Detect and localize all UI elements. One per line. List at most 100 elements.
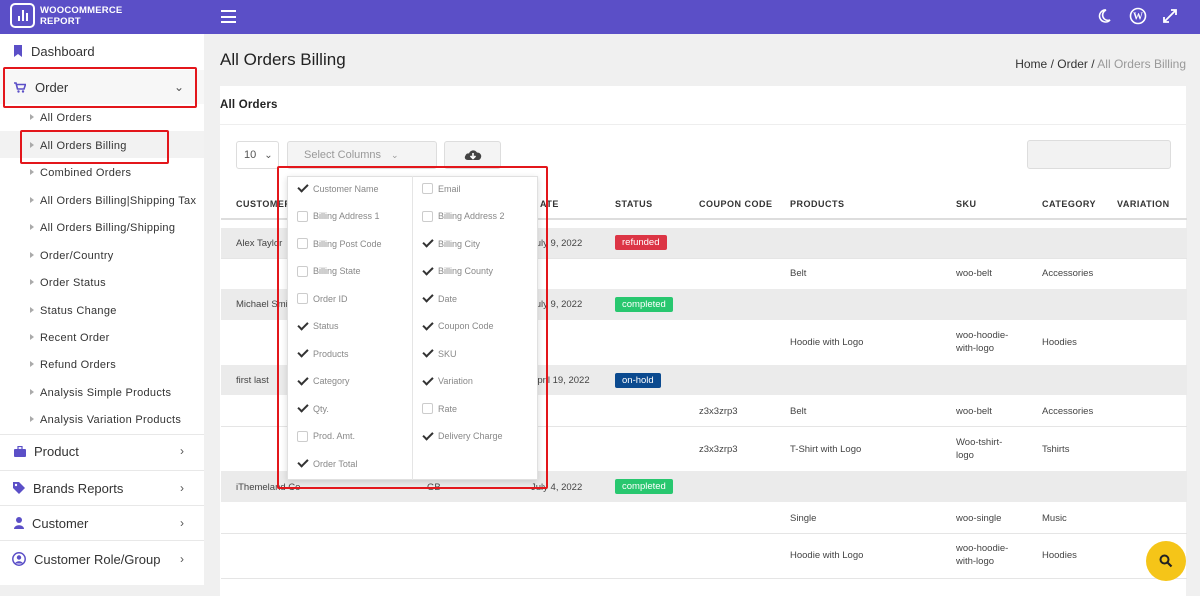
cell-product: Belt	[790, 406, 807, 417]
sidebar-item-label: Brands Reports	[33, 480, 124, 496]
download-button[interactable]	[444, 141, 501, 169]
cell-coupon: z3x3zrp3	[699, 406, 738, 417]
cell-product: Hoodie with Logo	[790, 550, 864, 561]
submenu-billing-shipping[interactable]: All Orders Billing/Shipping	[30, 222, 175, 234]
moon-icon[interactable]	[1096, 8, 1112, 24]
svg-text:W: W	[1133, 12, 1143, 23]
app-logo[interactable]: WOOCOMMERCE REPORT	[10, 3, 122, 28]
sidebar-divider	[0, 505, 204, 506]
sidebar-item-label: Customer	[32, 515, 89, 531]
col-header-sku[interactable]: SKU	[956, 199, 977, 209]
cell-category: Hoodies	[1042, 337, 1077, 348]
status-badge: completed	[615, 479, 673, 494]
search-fab-button[interactable]	[1146, 541, 1186, 581]
chevron-right-icon: ›	[180, 444, 184, 458]
user-icon	[14, 517, 24, 529]
sidebar-divider	[0, 434, 204, 435]
cell-category: Hoodies	[1042, 550, 1077, 561]
cell-category: Tshirts	[1042, 444, 1070, 455]
highlight-all-orders-billing	[20, 130, 169, 164]
cell-sku: woo-belt	[956, 268, 992, 279]
search-input[interactable]	[1027, 140, 1171, 169]
chevron-down-icon: ⌄	[391, 149, 399, 160]
highlight-order	[3, 67, 197, 108]
highlight-columns-dropdown	[277, 166, 548, 489]
sidebar-item-product[interactable]: Product ›	[0, 443, 204, 459]
cell-category: Accessories	[1042, 268, 1094, 279]
chart-logo-icon	[10, 3, 35, 28]
fullscreen-icon[interactable]	[1162, 8, 1178, 24]
status-badge: completed	[615, 297, 673, 312]
cell-sku: woo-hoodie-with-logo	[956, 330, 1009, 354]
sidebar-divider	[0, 540, 204, 541]
sidebar-item-label: Customer Role/Group	[34, 551, 161, 567]
col-header-status[interactable]: STATUS	[615, 199, 653, 209]
sidebar-item-label: Product	[34, 443, 79, 459]
submenu-combined-orders[interactable]: Combined Orders	[30, 167, 131, 179]
tag-icon	[13, 482, 25, 494]
col-header-variation[interactable]: VARIATION	[1117, 199, 1170, 209]
breadcrumb-home[interactable]: Home	[1015, 57, 1047, 71]
breadcrumb: Home / Order / All Orders Billing	[1015, 57, 1186, 71]
submenu-all-orders[interactable]: All Orders	[30, 112, 92, 124]
cell-product: Belt	[790, 268, 807, 279]
cell-category: Music	[1042, 513, 1067, 524]
cell-sku: Woo-tshirt-logo	[956, 437, 1003, 461]
user-circle-icon	[12, 552, 26, 566]
sidebar-item-dashboard[interactable]: Dashboard	[0, 43, 204, 59]
breadcrumb-order[interactable]: Order	[1057, 57, 1088, 71]
page-size-select[interactable]: 10 ⌄	[236, 141, 279, 169]
submenu-status-change[interactable]: Status Change	[30, 305, 117, 317]
sidebar-item-customer-role[interactable]: Customer Role/Group ›	[0, 551, 204, 567]
row-divider	[221, 578, 1187, 579]
cloud-download-icon	[464, 150, 481, 160]
breadcrumb-current: All Orders Billing	[1097, 57, 1186, 71]
select-columns-dropdown[interactable]: Select Columns ⌄	[287, 141, 437, 169]
chevron-right-icon: ›	[180, 552, 184, 566]
submenu-analysis-simple-products[interactable]: Analysis Simple Products	[30, 387, 171, 399]
briefcase-icon	[14, 445, 26, 457]
col-header-products[interactable]: PRODUCTS	[790, 199, 845, 209]
cell-sku: woo-single	[956, 513, 1002, 524]
submenu-refund-orders[interactable]: Refund Orders	[30, 359, 116, 371]
select-columns-label: Select Columns	[304, 149, 382, 161]
breadcrumb-separator: /	[1091, 57, 1095, 71]
chevron-right-icon: ›	[180, 516, 184, 530]
cell-product: Hoodie with Logo	[790, 337, 864, 348]
sidebar-item-customer[interactable]: Customer ›	[0, 515, 204, 531]
cell-sku: woo-hoodie-with-logo	[956, 543, 1009, 567]
search-icon	[1159, 554, 1173, 568]
hamburger-icon[interactable]	[221, 10, 236, 23]
cell-category: Accessories	[1042, 406, 1094, 417]
card-header-divider	[220, 124, 1186, 125]
sidebar-item-label: Dashboard	[31, 43, 95, 59]
page-size-value: 10	[244, 149, 257, 161]
sidebar-divider	[0, 470, 204, 471]
status-badge: refunded	[615, 235, 667, 250]
page-title: All Orders Billing	[220, 50, 346, 69]
cell-product: Single	[790, 513, 817, 524]
submenu-order-status[interactable]: Order Status	[30, 277, 106, 289]
status-badge: on-hold	[615, 373, 661, 388]
top-bar: WOOCOMMERCE REPORT W	[0, 0, 1200, 34]
chevron-down-icon: ⌄	[264, 149, 273, 161]
wordpress-icon[interactable]: W	[1129, 7, 1147, 25]
col-header-coupon-code[interactable]: COUPON CODE	[699, 199, 773, 209]
submenu-billing-shipping-tax[interactable]: All Orders Billing|Shipping Tax	[30, 195, 196, 207]
cell-sku: woo-belt	[956, 406, 992, 417]
cell-customer: Alex Taylor	[236, 238, 283, 249]
cell-coupon: z3x3zrp3	[699, 444, 738, 455]
submenu-recent-order[interactable]: Recent Order	[30, 332, 110, 344]
chevron-right-icon: ›	[180, 481, 184, 495]
bookmark-icon	[14, 45, 22, 57]
breadcrumb-separator: /	[1050, 57, 1054, 71]
logo-line-2: REPORT	[40, 15, 81, 27]
sidebar-item-brands-reports[interactable]: Brands Reports ›	[0, 480, 204, 496]
cell-product: T-Shirt with Logo	[790, 444, 862, 455]
row-divider	[221, 533, 1187, 534]
submenu-analysis-variation-products[interactable]: Analysis Variation Products	[30, 414, 181, 426]
submenu-order-country[interactable]: Order/Country	[30, 250, 114, 262]
col-header-category[interactable]: CATEGORY	[1042, 199, 1096, 209]
cell-customer: first last	[236, 375, 269, 386]
card-title: All Orders	[220, 99, 278, 111]
